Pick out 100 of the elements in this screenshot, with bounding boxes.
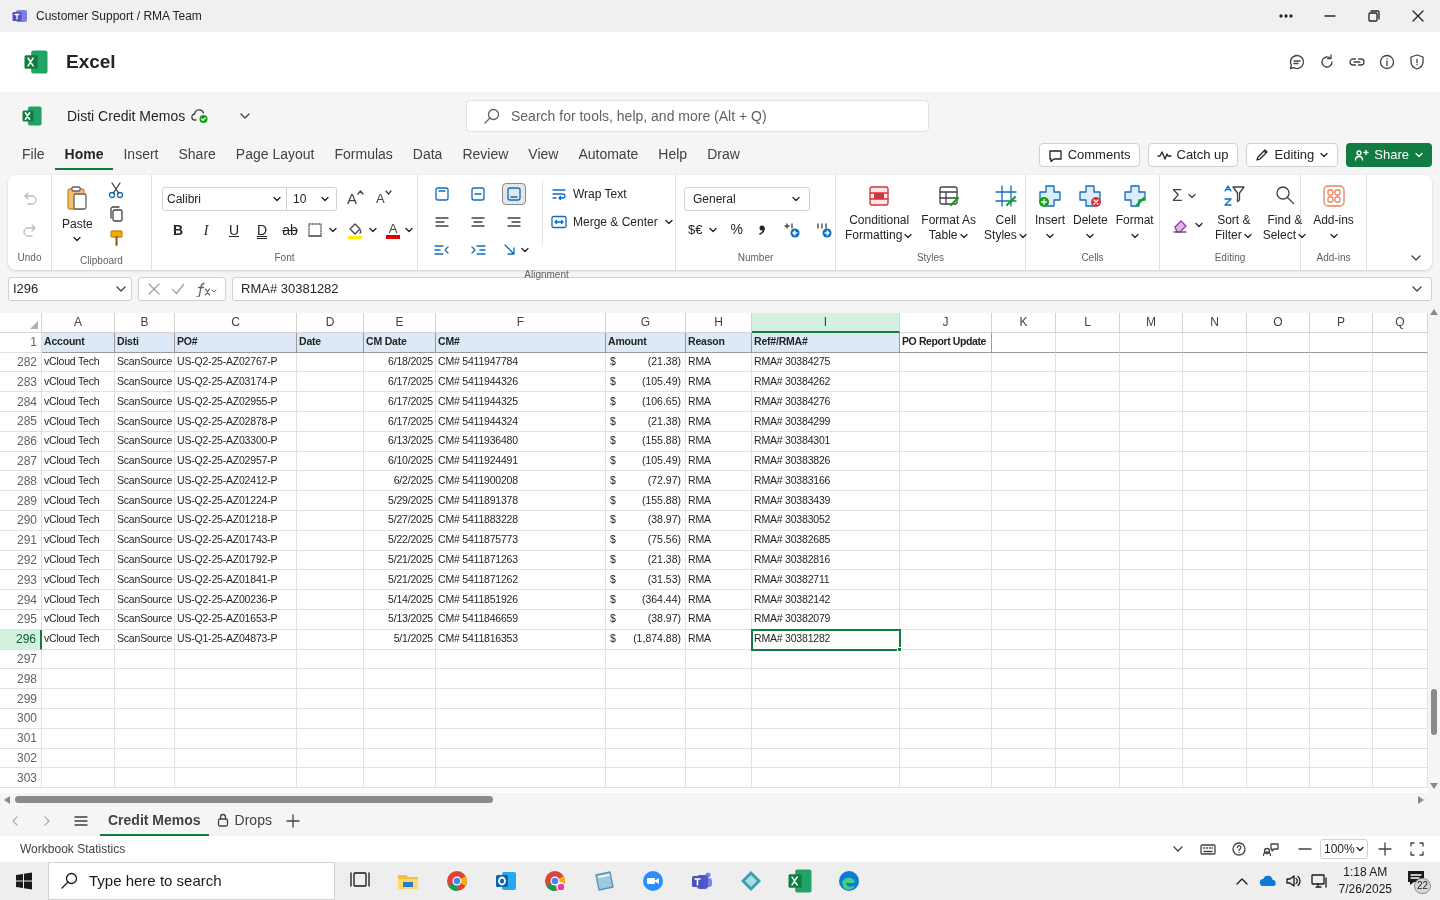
speaker-icon[interactable] bbox=[1284, 873, 1303, 889]
row-header[interactable]: 289 bbox=[0, 491, 42, 511]
clock-date[interactable]: 7/26/2025 bbox=[1338, 881, 1392, 898]
row-header[interactable]: 290 bbox=[0, 510, 42, 531]
row-header[interactable]: 291 bbox=[0, 530, 42, 551]
menu-tab[interactable]: Data bbox=[402, 140, 453, 170]
zoom-in-icon[interactable] bbox=[1378, 842, 1392, 856]
status-text[interactable]: Workbook Statistics bbox=[20, 840, 126, 858]
info-icon[interactable] bbox=[1378, 53, 1396, 71]
menu-tab[interactable]: Automate bbox=[568, 140, 649, 170]
column-header[interactable]: K bbox=[992, 313, 1056, 333]
shrink-font-button[interactable]: A bbox=[376, 189, 392, 209]
clock-time[interactable]: 1:18 AM bbox=[1343, 864, 1388, 881]
scrollbar-thumb[interactable] bbox=[15, 796, 493, 803]
column-header[interactable]: G bbox=[606, 313, 686, 333]
vertical-align-button[interactable] bbox=[502, 183, 526, 205]
refresh-icon[interactable] bbox=[1318, 53, 1336, 71]
menu-tab[interactable]: Help bbox=[648, 140, 698, 170]
font-family-dropdown[interactable]: Calibri bbox=[162, 187, 287, 211]
help-icon[interactable] bbox=[1232, 842, 1246, 856]
row-header[interactable]: 283 bbox=[0, 372, 42, 393]
menu-tab[interactable]: Page Layout bbox=[225, 140, 325, 170]
search-field[interactable]: Search for tools, help, and more (Alt + Q) bbox=[466, 100, 929, 132]
row-header[interactable]: 288 bbox=[0, 471, 42, 492]
zoom-dropdown[interactable]: 100% bbox=[1320, 839, 1368, 859]
document-name[interactable]: Disti Credit Memos bbox=[67, 105, 186, 127]
editing-button[interactable]: Editing bbox=[1245, 143, 1339, 167]
styles-button[interactable]: Cell Styles bbox=[981, 183, 1031, 243]
column-header[interactable]: N bbox=[1183, 313, 1247, 333]
cloud-icon[interactable] bbox=[1258, 875, 1277, 887]
row-header[interactable]: 292 bbox=[0, 550, 42, 571]
wrap-text-button[interactable]: Wrap Text bbox=[551, 185, 674, 203]
chrome-profile-icon[interactable] bbox=[542, 869, 567, 893]
chrome-icon[interactable] bbox=[444, 869, 469, 893]
check-icon[interactable] bbox=[171, 282, 185, 296]
column-header[interactable]: J bbox=[900, 313, 992, 333]
menu-tab[interactable]: Home bbox=[54, 140, 114, 170]
comments-button[interactable]: Comments bbox=[1038, 143, 1140, 167]
percent-button[interactable]: % bbox=[730, 219, 743, 240]
outlook-icon[interactable] bbox=[493, 869, 518, 893]
row-header[interactable]: 284 bbox=[0, 392, 42, 412]
name-box[interactable]: I296 bbox=[8, 277, 132, 301]
row-header[interactable]: 300 bbox=[0, 708, 42, 729]
keyboard-icon[interactable] bbox=[1200, 843, 1216, 855]
currency-button[interactable]: $€ bbox=[688, 219, 703, 240]
column-header[interactable]: C bbox=[175, 313, 297, 333]
column-header[interactable]: O bbox=[1247, 313, 1310, 333]
menu-tab[interactable]: Draw bbox=[697, 140, 750, 170]
font-size-dropdown[interactable]: 10 bbox=[287, 187, 337, 211]
styles-button[interactable]: Format As Table bbox=[918, 183, 980, 243]
autosum-button[interactable]: Σ bbox=[1172, 183, 1204, 209]
scrollbar-thumb[interactable] bbox=[1431, 689, 1437, 735]
cancel-icon[interactable] bbox=[147, 282, 161, 296]
column-header[interactable]: Q bbox=[1373, 313, 1428, 333]
styles-button[interactable]: Conditional Formatting bbox=[842, 183, 917, 243]
menu-tab[interactable]: File bbox=[12, 140, 55, 170]
restore-icon[interactable] bbox=[1368, 10, 1380, 22]
row-header[interactable]: 287 bbox=[0, 451, 42, 472]
column-header[interactable]: M bbox=[1120, 313, 1183, 333]
fullscreen-icon[interactable] bbox=[1410, 842, 1424, 856]
chevron-up-icon[interactable] bbox=[1234, 876, 1249, 886]
network-icon[interactable] bbox=[1310, 873, 1329, 889]
fill-color-icon[interactable] bbox=[346, 221, 364, 239]
menu-tab[interactable]: Insert bbox=[113, 140, 169, 170]
column-header[interactable]: D bbox=[297, 313, 364, 333]
windows-logo-icon[interactable] bbox=[15, 872, 33, 890]
sheet-tab[interactable]: Drops bbox=[208, 806, 280, 836]
selected-cell[interactable]: RMA# 30381282 bbox=[752, 629, 900, 650]
taskbar-search-field[interactable]: Type here to search bbox=[48, 862, 335, 900]
add-ins-button[interactable]: Add-ins bbox=[1310, 183, 1357, 241]
video-call-icon[interactable] bbox=[640, 869, 665, 893]
column-header[interactable]: F bbox=[436, 313, 606, 333]
excel-icon[interactable] bbox=[787, 869, 812, 893]
row-header[interactable]: 294 bbox=[0, 590, 42, 610]
row-header[interactable]: 303 bbox=[0, 768, 42, 789]
column-header[interactable]: I bbox=[752, 313, 900, 333]
chat-icon[interactable] bbox=[1288, 53, 1306, 71]
cut-icon[interactable] bbox=[106, 181, 125, 199]
cells-button[interactable]: Delete bbox=[1070, 183, 1111, 241]
menu-icon[interactable] bbox=[74, 815, 88, 827]
column-header[interactable]: E bbox=[364, 313, 436, 333]
column-header[interactable]: B bbox=[115, 313, 175, 333]
double-underline-button[interactable]: D bbox=[250, 219, 274, 241]
cells-button[interactable]: Format bbox=[1112, 183, 1157, 241]
font-color-button[interactable]: A bbox=[386, 221, 400, 239]
row-header[interactable]: 295 bbox=[0, 609, 42, 630]
row-header[interactable]: 298 bbox=[0, 669, 42, 690]
row-header[interactable]: 1 bbox=[0, 332, 42, 353]
editing-button[interactable]: Sort & Filter bbox=[1212, 183, 1256, 243]
close-icon[interactable] bbox=[1412, 10, 1424, 22]
underline-button[interactable]: U bbox=[222, 219, 246, 241]
merge-center-button[interactable]: Merge & Center bbox=[551, 213, 674, 231]
italic-button[interactable]: I bbox=[194, 219, 218, 241]
strikethrough-button[interactable]: ab bbox=[278, 219, 302, 241]
column-header[interactable]: L bbox=[1056, 313, 1120, 333]
edge-icon[interactable] bbox=[836, 869, 861, 893]
row-header[interactable]: 285 bbox=[0, 412, 42, 432]
menu-tab[interactable]: Share bbox=[168, 140, 226, 170]
fill-handle[interactable] bbox=[897, 646, 902, 652]
plus-icon[interactable] bbox=[285, 814, 300, 828]
